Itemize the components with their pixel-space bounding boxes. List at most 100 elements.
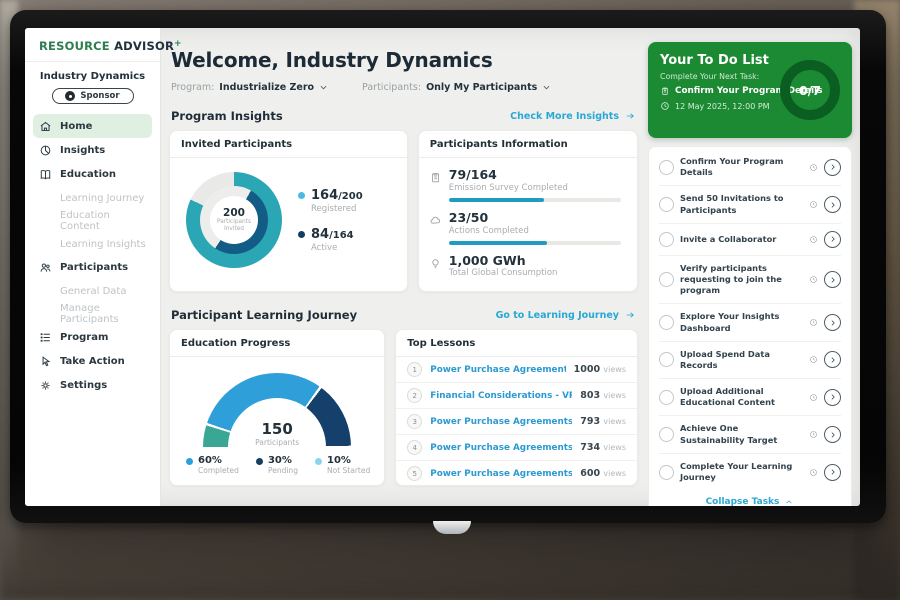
program-filter[interactable]: Program: Industrialize Zero bbox=[171, 82, 328, 93]
invited-participants-card: Invited Participants 200 ParticipantsInv… bbox=[169, 130, 408, 292]
task-clock-icon bbox=[809, 430, 818, 439]
program-filter-label: Program: bbox=[171, 82, 214, 93]
task-open-button[interactable] bbox=[824, 314, 841, 331]
task-open-button[interactable] bbox=[824, 351, 841, 368]
sponsor-badge[interactable]: Sponsor bbox=[52, 88, 134, 104]
chevron-right-icon bbox=[829, 201, 837, 209]
todo-hero-card: Your To Do List Complete Your Next Task:… bbox=[648, 42, 852, 138]
sidebar-item-learning-journey[interactable]: Learning Journey bbox=[33, 187, 152, 209]
task-open-button[interactable] bbox=[824, 196, 841, 213]
sidebar-item-settings[interactable]: Settings bbox=[33, 373, 152, 397]
legend-dot bbox=[256, 458, 263, 465]
lesson-row: 2 Financial Considerations - VPPAs 803 v… bbox=[396, 383, 637, 409]
task-open-button[interactable] bbox=[824, 159, 841, 176]
task-open-button[interactable] bbox=[824, 271, 841, 288]
todo-next-due: 12 May 2025, 12:00 PM bbox=[675, 102, 770, 111]
sidebar-item-participants[interactable]: Participants bbox=[33, 255, 152, 279]
legend-pending: 30% Pending bbox=[256, 455, 298, 475]
task-checkbox[interactable] bbox=[659, 160, 674, 175]
settings-icon bbox=[39, 379, 52, 392]
sidebar-item-education[interactable]: Education bbox=[33, 162, 152, 186]
donut-center-label: ParticipantsInvited bbox=[217, 219, 251, 233]
donut-center-value: 200 bbox=[223, 207, 245, 219]
cloud-icon bbox=[429, 214, 442, 227]
sidebar-item-label: Settings bbox=[60, 380, 107, 391]
task-checkbox[interactable] bbox=[659, 197, 674, 212]
task-checkbox[interactable] bbox=[659, 465, 674, 480]
lesson-rank: 4 bbox=[407, 440, 422, 455]
card-title: Invited Participants bbox=[170, 131, 407, 158]
todo-task-row[interactable]: Confirm Your Program Details bbox=[659, 149, 841, 186]
task-checkbox[interactable] bbox=[659, 427, 674, 442]
participants-filter[interactable]: Participants: Only My Participants bbox=[362, 82, 551, 93]
task-checkbox[interactable] bbox=[659, 272, 674, 287]
lesson-link[interactable]: Power Purchase Agreements 101 bbox=[430, 365, 565, 375]
sidebar-item-label: Insights bbox=[60, 145, 105, 156]
sidebar: RESOURCE ADVISOR+ Industry Dynamics Spon… bbox=[25, 28, 161, 506]
lesson-link[interactable]: Power Purchase Agreements 101 bbox=[430, 417, 572, 427]
chevron-right-icon bbox=[829, 276, 837, 284]
insights-icon bbox=[39, 144, 52, 157]
task-checkbox[interactable] bbox=[659, 315, 674, 330]
gauge-legend: 60% Completed 30% Pending 10% Not Starte… bbox=[170, 447, 384, 475]
task-label: Explore Your Insights Dashboard bbox=[680, 311, 803, 333]
task-label: Upload Spend Data Records bbox=[680, 349, 803, 371]
sidebar-item-label: Learning Journey bbox=[60, 193, 144, 204]
card-title: Education Progress bbox=[170, 330, 384, 357]
task-checkbox[interactable] bbox=[659, 390, 674, 405]
task-label: Verify participants requesting to join t… bbox=[680, 263, 803, 297]
todo-task-row[interactable]: Upload Spend Data Records bbox=[659, 342, 841, 379]
task-open-button[interactable] bbox=[824, 426, 841, 443]
task-open-button[interactable] bbox=[824, 389, 841, 406]
sidebar-item-education-content[interactable]: Education Content bbox=[33, 210, 152, 232]
task-open-button[interactable] bbox=[824, 464, 841, 481]
sidebar-item-insights[interactable]: Insights bbox=[33, 138, 152, 162]
todo-task-row[interactable]: Upload Additional Educational Content bbox=[659, 379, 841, 416]
todo-task-row[interactable]: Complete Your Learning Journey bbox=[659, 454, 841, 490]
sidebar-item-general-data[interactable]: General Data bbox=[33, 280, 152, 302]
sidebar-item-home[interactable]: Home bbox=[33, 114, 152, 138]
link-label: Go to Learning Journey bbox=[496, 310, 619, 321]
chevron-right-icon bbox=[829, 393, 837, 401]
legend-dot bbox=[298, 231, 305, 238]
learning-journey-heading: Participant Learning Journey bbox=[171, 308, 357, 322]
clipboard-icon bbox=[660, 86, 670, 96]
task-checkbox[interactable] bbox=[659, 352, 674, 367]
sidebar-item-program[interactable]: Program bbox=[33, 325, 152, 349]
task-label: Send 50 Invitations to Participants bbox=[680, 193, 803, 215]
task-checkbox[interactable] bbox=[659, 232, 674, 247]
participants-filter-label: Participants: bbox=[362, 82, 421, 93]
chevron-right-icon bbox=[829, 319, 837, 327]
lesson-rank: 3 bbox=[407, 414, 422, 429]
take-action-icon bbox=[39, 355, 52, 368]
task-clock-icon bbox=[809, 235, 818, 244]
todo-task-row[interactable]: Explore Your Insights Dashboard bbox=[659, 304, 841, 341]
lesson-link[interactable]: Power Purchase Agreements 102 bbox=[430, 443, 572, 453]
chevron-down-icon bbox=[319, 83, 328, 92]
todo-task-row[interactable]: Achieve One Sustainability Target bbox=[659, 416, 841, 453]
todo-task-row[interactable]: Verify participants requesting to join t… bbox=[659, 256, 841, 305]
sidebar-item-take-action[interactable]: Take Action bbox=[33, 349, 152, 373]
check-more-insights-link[interactable]: Check More Insights bbox=[510, 111, 636, 122]
go-to-learning-journey-link[interactable]: Go to Learning Journey bbox=[496, 310, 636, 321]
sidebar-item-learning-insights[interactable]: Learning Insights bbox=[33, 233, 152, 255]
donut-legend: 164/200 Registered 84/164 Active bbox=[298, 188, 363, 253]
room-desk-shadow bbox=[0, 530, 900, 600]
todo-task-row[interactable]: Send 50 Invitations to Participants bbox=[659, 186, 841, 223]
lesson-link[interactable]: Power Purchase Agreements 103 bbox=[430, 469, 572, 479]
todo-task-row[interactable]: Invite a Collaborator bbox=[659, 224, 841, 256]
participants-information-card: Participants Information 79/164Emission … bbox=[418, 130, 638, 292]
collapse-tasks-link[interactable]: Collapse Tasks bbox=[659, 490, 841, 506]
sidebar-item-manage-participants[interactable]: Manage Participants bbox=[33, 303, 152, 325]
legend-completed: 60% Completed bbox=[186, 455, 239, 475]
lesson-link[interactable]: Financial Considerations - VPPAs bbox=[430, 391, 572, 401]
task-clock-icon bbox=[809, 318, 818, 327]
task-open-button[interactable] bbox=[824, 231, 841, 248]
sidebar-item-label: Manage Participants bbox=[60, 303, 146, 325]
task-clock-icon bbox=[809, 355, 818, 364]
lesson-rank: 1 bbox=[407, 362, 422, 377]
collapse-label: Collapse Tasks bbox=[706, 497, 780, 506]
lesson-row: 1 Power Purchase Agreements 101 1000 vie… bbox=[396, 357, 637, 383]
journey-cards-row: Education Progress 150 Participants 60% bbox=[169, 329, 638, 486]
task-label: Achieve One Sustainability Target bbox=[680, 423, 803, 445]
